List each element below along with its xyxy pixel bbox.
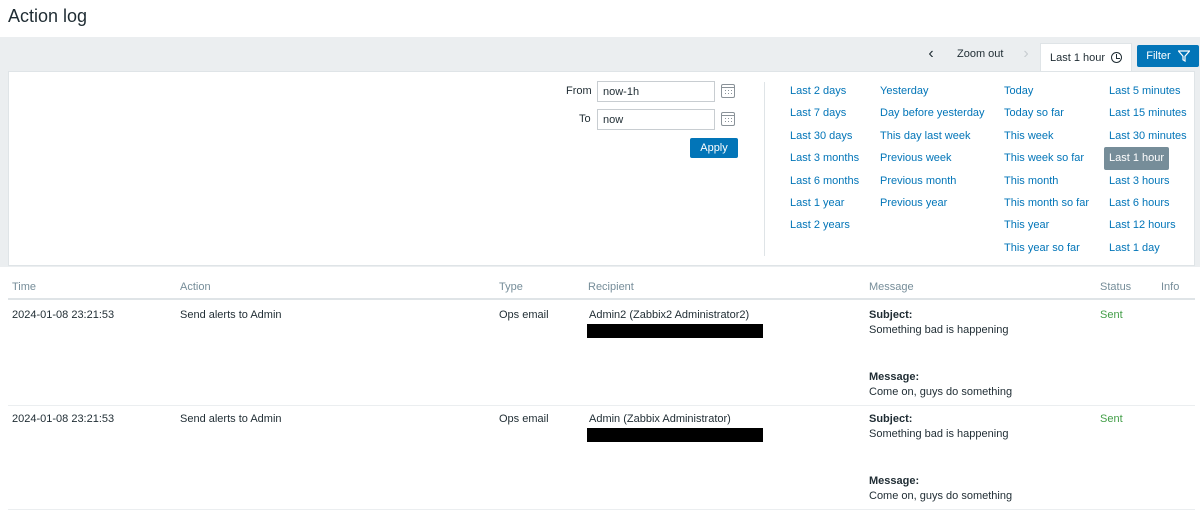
calendar-icon[interactable] (721, 112, 735, 126)
quick-range-link[interactable]: Last 5 minutes (1104, 80, 1192, 102)
quick-range-column-relative-short: Last 5 minutes Last 15 minutes Last 30 min… (1104, 80, 1192, 259)
column-header-time[interactable]: Time (12, 281, 36, 293)
time-range-tab[interactable]: Last 1 hour (1040, 43, 1132, 71)
quick-range-link[interactable]: This week (999, 125, 1094, 147)
quick-range-link[interactable]: This year (999, 214, 1094, 236)
column-header-recipient: Recipient (588, 281, 634, 293)
chevron-left-icon[interactable]: ‹ (923, 45, 939, 63)
status-badge: Sent (1100, 309, 1123, 321)
quick-range-link[interactable]: Today so far (999, 102, 1094, 124)
quick-range-column-previous: Yesterday Day before yesterday This day la… (880, 80, 990, 214)
quick-range-link[interactable]: Yesterday (875, 80, 990, 102)
row-type: Ops email (499, 413, 549, 425)
quick-range-link[interactable]: Last 6 months (785, 170, 864, 192)
divider (764, 82, 765, 256)
quick-range-link[interactable]: Last 7 days (785, 102, 864, 124)
quick-range-link[interactable]: This day last week (875, 125, 990, 147)
quick-range-link[interactable]: Day before yesterday (875, 102, 990, 124)
table-row: 2024-01-08 23:21:53 Send alerts to Admin… (8, 406, 1195, 510)
table-row: 2024-01-08 23:21:53 Send alerts to Admin… (8, 302, 1195, 406)
row-message: Come on, guys do something (869, 386, 1013, 398)
from-label: From (566, 85, 592, 97)
quick-range-link[interactable]: Last 15 minutes (1104, 102, 1192, 124)
quick-range-link[interactable]: Today (999, 80, 1094, 102)
clock-icon (1111, 52, 1123, 63)
quick-range-column-relative-long: Last 2 days Last 7 days Last 30 days Last 3… (790, 80, 864, 237)
filter-label: Filter (1146, 50, 1171, 62)
quick-range-column-calendar: Today Today so far This week This week so f… (1004, 80, 1094, 259)
row-subject: Something bad is happening (869, 324, 1009, 336)
row-recipient: Admin (Zabbix Administrator) (589, 413, 731, 425)
row-message: Come on, guys do something (869, 490, 1013, 502)
column-header-type: Type (499, 281, 523, 293)
row-type: Ops email (499, 309, 549, 321)
time-range-label: Last 1 hour (1050, 51, 1106, 64)
filter-tab-button[interactable]: Filter (1137, 45, 1199, 67)
to-input[interactable] (597, 109, 715, 130)
time-navigation: ‹ Zoom out › Last 1 hour Filter (0, 37, 1200, 71)
quick-range-link[interactable]: This month so far (999, 192, 1094, 214)
page-title: Action log (8, 6, 88, 26)
row-action: Send alerts to Admin (180, 309, 282, 321)
quick-range-link[interactable]: Previous year (875, 192, 990, 214)
quick-range-link[interactable]: Last 1 hour (1104, 147, 1170, 170)
quick-range-link[interactable]: This month (999, 170, 1094, 192)
row-subject: Something bad is happening (869, 428, 1009, 440)
row-subject-label: Subject: (869, 413, 913, 425)
row-time: 2024-01-08 23:21:53 (12, 309, 115, 321)
quick-range-link[interactable]: Last 30 days (785, 125, 864, 147)
quick-range-link[interactable]: Last 6 hours (1104, 192, 1192, 214)
table-header: Time Action Type Recipient Message Statu… (8, 276, 1195, 300)
row-time: 2024-01-08 23:21:53 (12, 413, 115, 425)
quick-range-link[interactable]: This year so far (999, 237, 1094, 259)
funnel-icon (1177, 50, 1190, 62)
quick-range-link[interactable]: Last 2 days (785, 80, 864, 102)
row-message-label: Message: (869, 371, 920, 383)
to-label: To (579, 113, 591, 125)
from-input[interactable] (597, 81, 715, 102)
quick-range-link[interactable]: This week so far (999, 147, 1094, 169)
redacted-recipient-address (587, 428, 763, 442)
quick-range-link[interactable]: Previous month (875, 170, 990, 192)
calendar-icon[interactable] (721, 84, 735, 98)
row-subject-label: Subject: (869, 309, 913, 321)
quick-range-link[interactable]: Previous week (875, 147, 990, 169)
row-message-label: Message: (869, 475, 920, 487)
quick-range-link[interactable]: Last 12 hours (1104, 214, 1192, 236)
zoom-out-button[interactable]: Zoom out (957, 48, 1003, 60)
redacted-recipient-address (587, 324, 763, 338)
quick-range-link[interactable]: Last 2 years (785, 214, 864, 236)
column-header-status: Status (1100, 281, 1132, 293)
time-filter-area: ‹ Zoom out › Last 1 hour Filter From To … (0, 37, 1200, 267)
time-filter-panel: From To Apply Last 2 daysLast 7 daysLast… (8, 71, 1195, 266)
row-action: Send alerts to Admin (180, 413, 282, 425)
column-header-info: Info (1161, 281, 1180, 293)
row-recipient: Admin2 (Zabbix2 Administrator2) (589, 309, 750, 321)
apply-button[interactable]: Apply (690, 138, 738, 158)
column-header-message: Message (869, 281, 914, 293)
column-header-action: Action (180, 281, 211, 293)
quick-range-link[interactable]: Last 1 year (785, 192, 864, 214)
chevron-right-icon[interactable]: › (1018, 45, 1034, 63)
quick-range-link[interactable]: Last 30 minutes (1104, 125, 1192, 147)
quick-range-link[interactable]: Last 3 months (785, 147, 864, 169)
quick-range-link[interactable]: Last 3 hours (1104, 170, 1192, 192)
quick-range-link[interactable]: Last 1 day (1104, 237, 1192, 259)
status-badge: Sent (1100, 413, 1123, 425)
